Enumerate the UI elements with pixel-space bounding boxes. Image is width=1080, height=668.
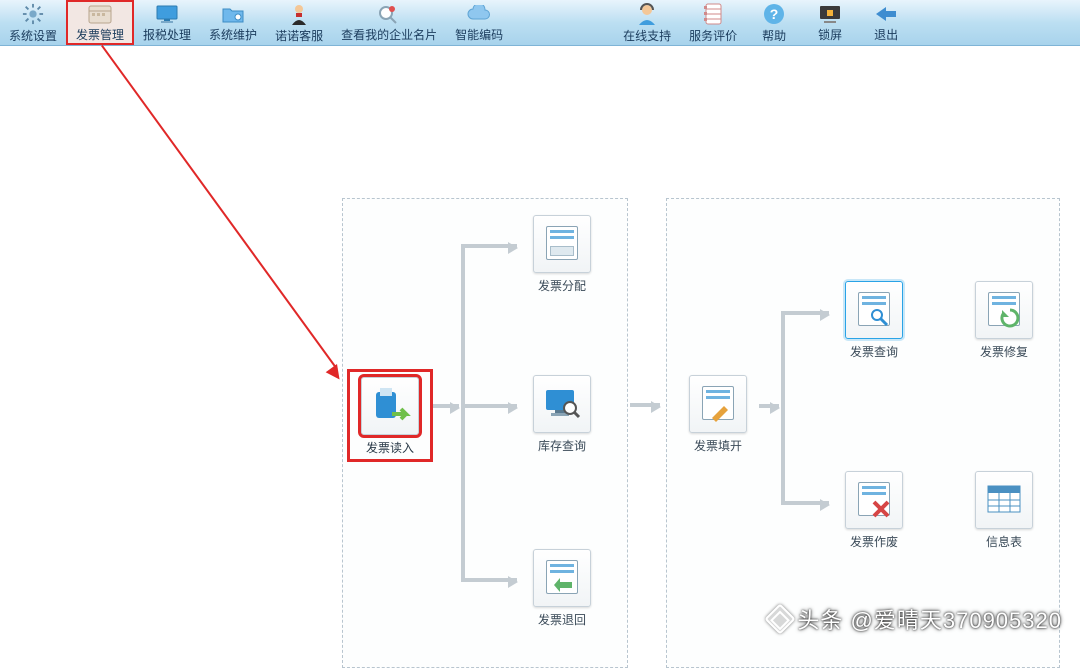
watermark: 头条 @爱晴天370905320: [769, 603, 1062, 635]
monitor-search-icon: [542, 384, 582, 424]
toolbar-system-settings[interactable]: 系统设置: [0, 0, 66, 45]
toolbar-service[interactable]: 诺诺客服: [266, 0, 332, 45]
flow-panel-right: 发票填开 发票查询 发票修复 发票作废 信息表: [666, 198, 1060, 668]
doc-return-icon: [542, 558, 582, 598]
connector: [461, 244, 465, 578]
toolbar-smartcode[interactable]: 智能编码: [446, 0, 512, 45]
node-label: 发票填开: [694, 437, 742, 454]
main-toolbar: 系统设置 发票管理 报税处理 系统维护 诺诺客服 查看我的企业名片: [0, 0, 1080, 46]
flow-panel-left: 发票读入 发票分配 库存查询 发票退回: [342, 198, 628, 668]
connector: [461, 404, 517, 408]
connector: [781, 311, 785, 503]
notebook-icon: [703, 3, 723, 25]
doc-refresh-icon: [984, 290, 1024, 330]
toolbar-label: 帮助: [762, 27, 786, 44]
toolbar-label: 诺诺客服: [275, 27, 323, 44]
doc-edit-icon: [698, 384, 738, 424]
annotation-arrow: [101, 45, 338, 370]
help-icon: ?: [763, 3, 785, 25]
connector-between-panels: [630, 403, 660, 407]
connector: [433, 404, 459, 408]
node-label: 发票退回: [538, 611, 586, 628]
toolbar-label: 系统维护: [209, 26, 257, 43]
node-invoice-read[interactable]: 发票读入: [353, 375, 427, 458]
table-icon: [984, 480, 1024, 520]
node-info-table[interactable]: 信息表: [967, 471, 1041, 550]
doc-search-icon: [854, 290, 894, 330]
toolbar-invoice-mgmt[interactable]: 发票管理: [66, 0, 134, 45]
toolbar-maintain[interactable]: 系统维护: [200, 0, 266, 45]
gear-icon: [22, 3, 44, 25]
toolbar-label: 服务评价: [689, 27, 737, 44]
node-label: 发票修复: [980, 343, 1028, 360]
doc-void-icon: [854, 480, 894, 520]
node-label: 信息表: [986, 533, 1022, 550]
toolbar-exit[interactable]: 退出: [858, 0, 914, 45]
calendar-icon: [88, 4, 112, 24]
cloud-icon: [466, 3, 492, 24]
toolbar-label: 系统设置: [9, 27, 57, 44]
node-label: 发票查询: [850, 343, 898, 360]
toolbar-label: 报税处理: [143, 26, 191, 43]
toolbar-label: 发票管理: [76, 26, 124, 43]
connector: [781, 501, 829, 505]
toolbar-namecard[interactable]: 查看我的企业名片: [332, 0, 446, 45]
card-search-icon: [377, 3, 401, 24]
toolbar-label: 退出: [874, 26, 898, 43]
node-label: 发票作废: [850, 533, 898, 550]
doc-icon: [542, 224, 582, 264]
toolbar-help[interactable]: ? 帮助: [746, 0, 802, 45]
toolbar-online-support[interactable]: 在线支持: [614, 0, 680, 45]
toolbar-gap: [512, 0, 614, 45]
folder-gear-icon: [221, 3, 245, 24]
toolbar-label: 在线支持: [623, 27, 671, 44]
connector: [461, 578, 517, 582]
node-label: 发票分配: [538, 277, 586, 294]
connector: [461, 244, 517, 248]
lock-screen-icon: [818, 3, 842, 24]
connector: [781, 311, 829, 315]
toolbar-rating[interactable]: 服务评价: [680, 0, 746, 45]
toolbar-lock[interactable]: 锁屏: [802, 0, 858, 45]
node-invoice-query[interactable]: 发票查询: [837, 281, 911, 360]
back-arrow-icon: [874, 3, 898, 24]
agent-icon: [289, 3, 309, 25]
toolbar-label: 智能编码: [455, 26, 503, 43]
node-invoice-return[interactable]: 发票退回: [525, 549, 599, 628]
workflow-canvas: 发票读入 发票分配 库存查询 发票退回: [0, 46, 1080, 645]
node-label: 库存查询: [538, 437, 586, 454]
svg-text:?: ?: [770, 6, 779, 22]
toolbar-label: 查看我的企业名片: [341, 26, 437, 43]
node-invoice-repair[interactable]: 发票修复: [967, 281, 1041, 360]
node-label: 发票读入: [366, 439, 414, 456]
support-icon: [636, 3, 658, 25]
node-invoice-assign[interactable]: 发票分配: [525, 215, 599, 294]
watermark-logo-icon: [765, 603, 796, 634]
node-stock-query[interactable]: 库存查询: [525, 375, 599, 454]
toolbar-label: 锁屏: [818, 26, 842, 43]
usb-import-icon: [370, 386, 410, 426]
watermark-text: 头条 @爱晴天370905320: [797, 603, 1062, 635]
toolbar-tax[interactable]: 报税处理: [134, 0, 200, 45]
monitor-icon: [155, 3, 179, 24]
connector: [759, 404, 779, 408]
node-invoice-void[interactable]: 发票作废: [837, 471, 911, 550]
node-invoice-fill[interactable]: 发票填开: [681, 375, 755, 454]
